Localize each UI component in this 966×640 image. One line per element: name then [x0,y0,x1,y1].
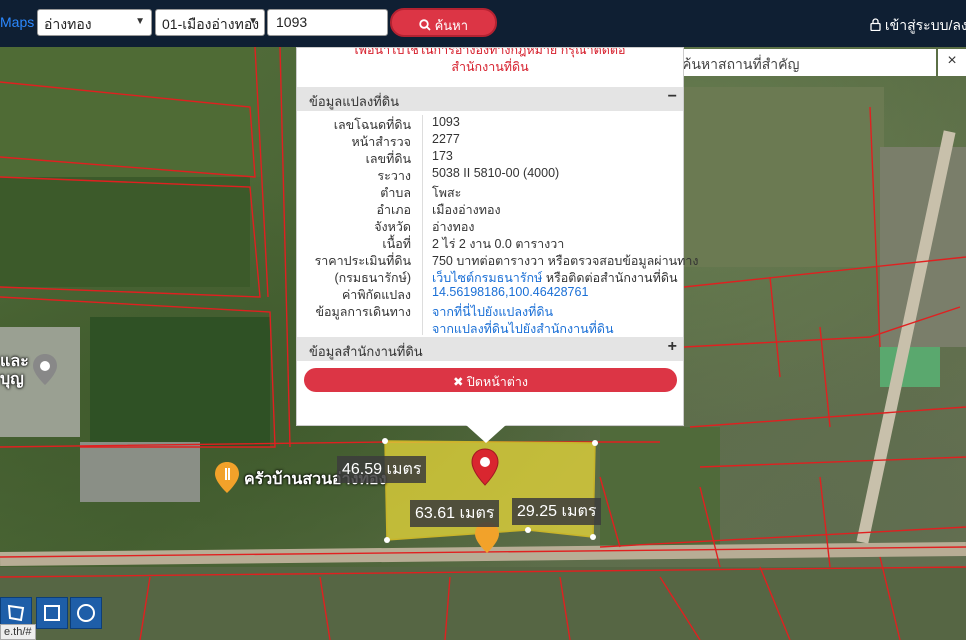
expand-icon[interactable]: + [668,338,677,356]
province-select-value: อ่างทอง [44,16,92,32]
location-pin-icon[interactable] [470,447,500,487]
table-row: หน้าสำรวจ 2277 [297,132,683,149]
close-icon: ✖ [452,375,464,389]
draw-rectangle-tool[interactable] [36,597,68,629]
treasury-website-link[interactable]: เว็บไซต์กรมธนารักษ์ [432,271,542,285]
section-land-office-title: ข้อมูลสำนักงานที่ดิน [309,344,423,359]
parcel-info-popup: เพื่อนำไปใช้ในการอ้างอิงทางกฎหมาย กรุณาต… [296,47,699,426]
chevron-down-icon: ▼ [248,16,258,27]
collapse-icon[interactable]: − [668,88,677,106]
draw-circle-tool[interactable] [70,597,102,629]
row-value-suffix: หรือติดต่อสำนักงานที่ดิน [542,271,678,285]
measure-label-right: 29.25 เมตร [512,498,602,525]
coordinates-link[interactable]: 14.56198186,100.46428761 [432,285,588,299]
table-row: อำเภอ เมืองอ่างทอง [297,200,683,217]
login-label: เข้าสู่ระบบ/ลงทะ [884,17,966,33]
table-row: ระวาง 5038 II 5810-00 (4000) [297,166,683,183]
row-value: 5038 II 5810-00 (4000) [432,166,560,180]
chevron-down-icon: ▼ [135,16,145,27]
top-navbar: Maps อ่างทอง ▼ 01-เมืองอ่างทอง ▼ 1093 ค้… [0,0,966,47]
table-row: ตำบล โพสะ [297,183,683,200]
table-row: (กรมธนารักษ์) เว็บไซต์กรมธนารักษ์ หรือติด… [297,268,683,285]
measure-label-top: 46.59 เมตร [337,456,427,483]
status-url: e.th/# [0,624,36,640]
row-value: 1093 [432,115,460,129]
measure-label-bottom: 63.61 เมตร [410,500,500,527]
directions-to-office-link[interactable]: จากแปลงที่ดินไปยังสำนักงานที่ดิน [432,319,614,339]
close-icon[interactable]: × [938,49,966,76]
close-window-button[interactable]: ✖ ปิดหน้าต่าง [304,368,677,392]
place-pin-icon [33,354,57,385]
table-row: เนื้อที่ 2 ไร่ 2 งาน 0.0 ตารางวา [297,234,683,251]
circle-icon [77,604,95,622]
table-row: เลขที่ดิน 173 [297,149,683,166]
map-label: บุญ [0,371,24,388]
table-row: จังหวัด อ่างทอง [297,217,683,234]
parcel-info-table: เลขโฉนดที่ดิน 1093 หน้าสำรวจ 2277 เลขที่ดิ… [297,115,699,336]
row-value: 173 [432,149,453,163]
section-parcel-info[interactable]: ข้อมูลแปลงที่ดิน − [297,87,683,111]
lock-icon [870,18,881,32]
search-button-label: ค้นหา [434,18,469,33]
landmark-search-input[interactable]: ค้นหาสถานที่สำคัญ [678,49,936,76]
table-row: ราคาประเมินที่ดิน 750 บาทต่อตารางวา หรือต… [297,251,699,268]
table-row: ข้อมูลการเดินทาง จากที่นี่ไปยังแปลงที่ดิน [297,302,683,319]
table-row: ค่าพิกัดแปลง 14.56198186,100.46428761 [297,285,683,302]
restaurant-pin-icon [215,462,239,493]
province-select[interactable]: อ่างทอง ▼ [37,9,152,36]
login-link[interactable]: เข้าสู่ระบบ/ลงทะ [870,15,966,37]
search-icon [419,19,431,31]
parcel-number-input[interactable]: 1093 [267,9,388,36]
search-button[interactable]: ค้นหา [390,8,497,37]
popup-pointer [466,425,506,443]
legal-notice-line2: สำนักงานที่ดิน [451,60,529,74]
rectangle-icon [44,605,60,621]
district-select-value: 01-เมืองอ่างทอง [162,16,260,32]
section-parcel-info-title: ข้อมูลแปลงที่ดิน [309,94,400,109]
close-window-label: ปิดหน้าต่าง [466,375,529,389]
district-select[interactable]: 01-เมืองอ่างทอง ▼ [155,9,265,36]
table-row: จากแปลงที่ดินไปยังสำนักงานที่ดิน [297,319,683,336]
section-land-office[interactable]: ข้อมูลสำนักงานที่ดิน + [297,337,683,361]
table-row: เลขโฉนดที่ดิน 1093 [297,115,683,132]
legal-notice-line1: เพื่อนำไปใช้ในการอ้างอิงทางกฎหมาย กรุณาต… [354,48,626,57]
legal-notice: เพื่อนำไปใช้ในการอ้างอิงทางกฎหมาย กรุณาต… [297,48,683,82]
brand[interactable]: Maps [0,14,34,30]
row-value: 2277 [432,132,460,146]
